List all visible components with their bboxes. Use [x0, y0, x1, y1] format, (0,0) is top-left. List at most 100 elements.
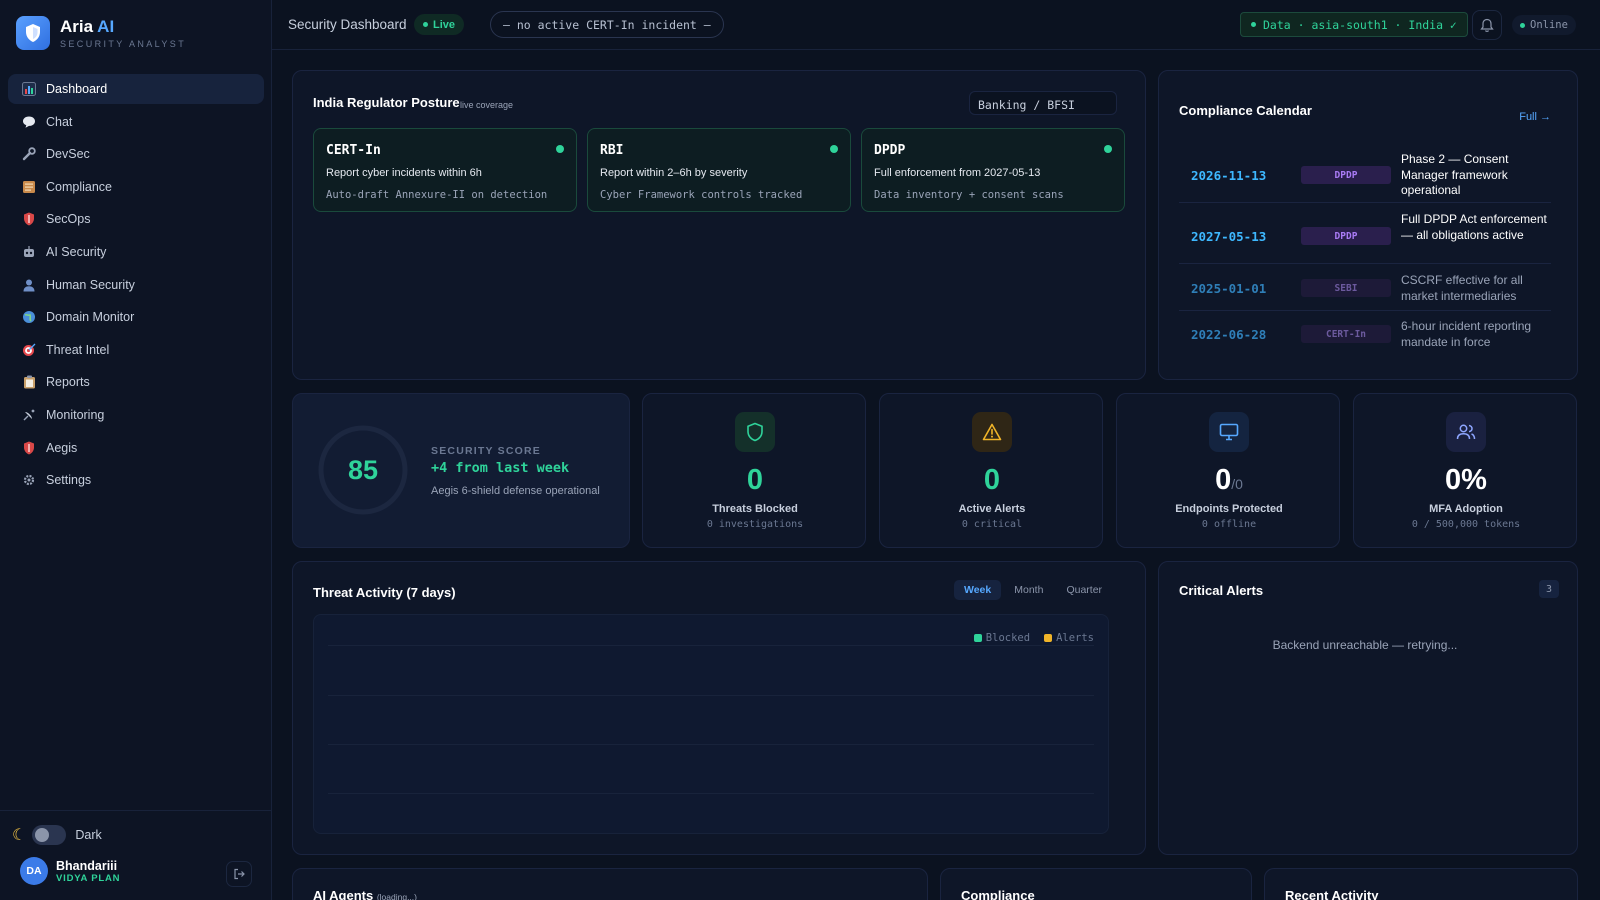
sidebar-item-label: AI Security — [46, 244, 107, 259]
regulator-posture-subtitle: live coverage — [460, 100, 514, 110]
toggle-knob — [35, 828, 50, 842]
stat-number: 0% — [1445, 464, 1487, 496]
user-profile[interactable]: DA Bhandariii VIDYA PLAN — [20, 857, 120, 885]
sidebar-item-domain-monitor[interactable]: Domain Monitor — [8, 302, 264, 332]
regulator-note: Data inventory + consent scans — [874, 189, 1064, 201]
compliance-summary-title: Compliance — [961, 888, 1035, 900]
theme-toggle[interactable] — [32, 825, 67, 845]
theme-switch-row: ☾ Dark — [12, 825, 102, 845]
regulator-note: Auto-draft Annexure-II on detection — [326, 189, 548, 201]
shield-check-icon — [735, 412, 775, 452]
shield-icon — [21, 211, 37, 227]
regulator-tile-dpdp[interactable]: DPDP Full enforcement from 2027-05-13 Da… — [861, 128, 1125, 212]
sidebar-item-ai-security[interactable]: AI Security — [8, 237, 264, 267]
sidebar-item-label: Settings — [46, 473, 92, 488]
legend-swatch — [1044, 634, 1053, 642]
regulator-rule: Full enforcement from 2027-05-13 — [874, 167, 1041, 179]
regulator-posture-title: India Regulator Posture — [313, 95, 460, 110]
sidebar-item-threat-intel[interactable]: Threat Intel — [8, 335, 264, 365]
status-dot-icon — [1104, 145, 1112, 153]
sidebar-item-monitoring[interactable]: Monitoring — [8, 400, 264, 430]
stat-number: 0 — [1215, 464, 1232, 496]
sidebar-item-secops[interactable]: SecOps — [8, 204, 264, 234]
sidebar-item-human-security[interactable]: Human Security — [8, 270, 264, 300]
regulator-rule: Report cyber incidents within 6h — [326, 167, 482, 179]
sector-select[interactable]: Banking / BFSI — [969, 91, 1117, 115]
ai-agents-label: AI Agents — [313, 888, 374, 900]
user-name: Bhandariii — [56, 858, 118, 873]
legend-swatch — [973, 634, 982, 642]
stat-number: 0 — [746, 464, 764, 496]
calendar-row[interactable]: 2025-01-01 SEBI CSCRF effective for all … — [1179, 264, 1551, 311]
active-alerts-card[interactable]: 0 Active Alerts 0 critical — [879, 393, 1103, 548]
legend-item-alerts[interactable]: Alerts — [1044, 632, 1094, 644]
logout-button[interactable] — [226, 861, 252, 887]
live-label: Live — [433, 18, 456, 31]
page-title: Security Dashboard — [288, 17, 407, 32]
moon-icon: ☾ — [12, 827, 27, 844]
regulator-tile-cert-in[interactable]: CERT-In Report cyber incidents within 6h… — [313, 128, 577, 212]
calendar-tag: CERT-In — [1301, 325, 1391, 343]
brand-logo-icon — [16, 16, 50, 50]
sidebar-item-settings[interactable]: Settings — [8, 465, 264, 495]
ai-agents-status: (loading...) — [376, 892, 417, 900]
security-score-note: Aegis 6-shield defense operational — [431, 485, 600, 497]
compliance-calendar-card: Compliance Calendar Full → 2026-11-13 DP… — [1158, 70, 1578, 380]
sidebar-item-devsec[interactable]: DevSec — [8, 139, 264, 169]
tab-quarter[interactable]: Quarter — [1056, 580, 1112, 600]
sidebar-item-label: SecOps — [46, 212, 91, 227]
connection-status: Online — [1512, 15, 1576, 35]
wrench-icon — [21, 146, 37, 162]
clipboard-icon — [21, 374, 37, 390]
regulator-tile-rbi[interactable]: RBI Report within 2–6h by severity Cyber… — [587, 128, 851, 212]
calendar-tag: SEBI — [1301, 279, 1391, 297]
stat-label: Endpoints Protected — [1175, 503, 1283, 515]
target-icon — [21, 342, 37, 358]
calendar-tag: DPDP — [1301, 166, 1391, 184]
sidebar-item-aegis[interactable]: Aegis — [8, 433, 264, 463]
calendar-row[interactable]: 2026-11-13 DPDP Phase 2 — Consent Manage… — [1179, 147, 1551, 203]
incident-status-pill[interactable]: — no active CERT-In incident — — [490, 11, 724, 38]
regulator-name: DPDP — [874, 143, 906, 158]
notifications-button[interactable] — [1472, 10, 1502, 40]
tab-month[interactable]: Month — [1004, 580, 1053, 600]
calendar-row[interactable]: 2027-05-13 DPDP Full DPDP Act enforcemen… — [1179, 203, 1551, 264]
calendar-date: 2022-06-28 — [1191, 327, 1267, 342]
sidebar-item-reports[interactable]: Reports — [8, 367, 264, 397]
legend-label: Blocked — [985, 632, 1031, 644]
legend-item-blocked[interactable]: Blocked — [973, 632, 1031, 644]
bell-icon — [1480, 18, 1494, 32]
sidebar-item-dashboard[interactable]: Dashboard — [8, 74, 264, 104]
top-bar: Security Dashboard Live — no active CERT… — [272, 0, 1600, 50]
calendar-date: 2026-11-13 — [1191, 168, 1267, 183]
threats-blocked-card[interactable]: 0 Threats Blocked 0 investigations — [642, 393, 866, 548]
status-dot-icon — [556, 145, 564, 153]
stat-value: 0% — [1354, 464, 1578, 497]
gear-icon — [21, 472, 37, 488]
sidebar-item-chat[interactable]: Chat — [8, 107, 264, 137]
stat-value: 0 — [643, 464, 867, 497]
sidebar-item-label: Chat — [46, 114, 73, 129]
stat-sub: 0 critical — [961, 519, 1023, 530]
connection-status-label: Online — [1530, 19, 1568, 31]
sidebar-item-label: Dashboard — [46, 82, 108, 96]
gridline — [328, 645, 1094, 646]
endpoints-protected-card[interactable]: 0/0 Endpoints Protected 0 offline — [1116, 393, 1340, 548]
ai-agents-title: AI Agents (loading...) — [313, 888, 417, 900]
stat-number: 0 — [983, 464, 1001, 496]
calendar-full-link[interactable]: Full → — [1519, 111, 1551, 123]
calendar-description: CSCRF effective for all market intermedi… — [1401, 273, 1523, 303]
sidebar-item-compliance[interactable]: Compliance — [8, 172, 264, 202]
tab-week[interactable]: Week — [954, 580, 1002, 600]
mfa-adoption-card[interactable]: 0% MFA Adoption 0 / 500,000 tokens — [1353, 393, 1577, 548]
recent-activity-title: Recent Activity — [1285, 888, 1379, 900]
compliance-calendar-title: Compliance Calendar — [1179, 103, 1312, 118]
alerts-count-badge: 3 — [1539, 580, 1559, 598]
calendar-row[interactable]: 2022-06-28 CERT-In 6-hour incident repor… — [1179, 311, 1551, 358]
stat-sub: 0 investigations — [706, 519, 804, 530]
brand[interactable]: Aria AI SECURITY ANALYST — [16, 16, 186, 50]
data-region-badge: Data · asia-south1 · India ✓ — [1240, 12, 1468, 37]
monitor-icon — [1209, 412, 1249, 452]
gridline — [328, 793, 1094, 794]
regulator-posture-card: India Regulator Posture live coverage Ba… — [292, 70, 1146, 380]
